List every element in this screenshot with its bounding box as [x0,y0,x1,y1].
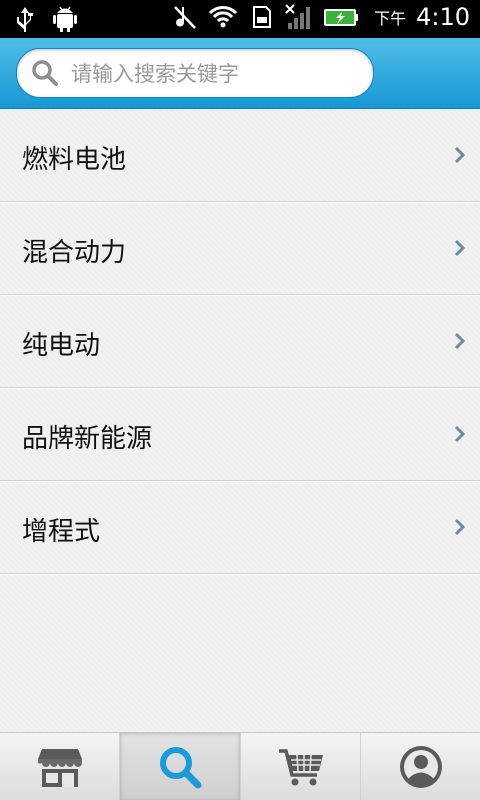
battery-charging-icon [324,9,359,26]
list-item-label: 混合动力 [22,238,127,268]
account-icon [399,746,442,788]
list-item-label: 品牌新能源 [22,424,153,454]
search-input[interactable] [69,57,363,91]
search-icon [32,60,58,86]
cart-icon [278,749,323,786]
list-item-fuel-cell[interactable]: 燃料电池 [0,109,480,202]
sd-card-icon [253,6,272,28]
muted-music-icon [174,6,196,29]
status-clock: 4:10 [416,3,470,31]
category-list: 燃料电池 混合动力 纯电动 品牌新能源 增程式 [0,109,480,732]
list-item-range-extender[interactable]: 增程式 [0,481,480,574]
tab-account[interactable] [361,733,480,800]
search-header [0,38,480,109]
list-item-label: 增程式 [22,517,101,547]
tab-store[interactable] [0,733,121,800]
store-icon [38,749,82,787]
tab-search[interactable] [120,733,241,800]
chevron-right-icon [454,239,466,257]
usb-icon [17,7,33,32]
chevron-right-icon [454,425,466,443]
list-item-pure-electric[interactable]: 纯电动 [0,295,480,388]
search-box[interactable] [16,48,374,98]
wifi-icon [208,6,238,28]
tab-cart[interactable] [241,733,361,800]
status-ampm: 下午 [374,9,407,28]
list-item-label: 纯电动 [22,331,101,361]
chevron-right-icon [454,518,466,536]
chevron-right-icon [454,146,466,164]
chevron-right-icon [454,332,466,350]
bottom-nav [0,732,480,800]
list-item-label: 燃料电池 [22,145,127,175]
no-signal-icon [285,4,311,29]
status-bar: 下午 4:10 [0,0,480,38]
list-item-brand-new-energy[interactable]: 品牌新能源 [0,388,480,481]
android-debug-icon [53,6,77,32]
list-item-hybrid[interactable]: 混合动力 [0,202,480,295]
search-icon [160,747,202,789]
